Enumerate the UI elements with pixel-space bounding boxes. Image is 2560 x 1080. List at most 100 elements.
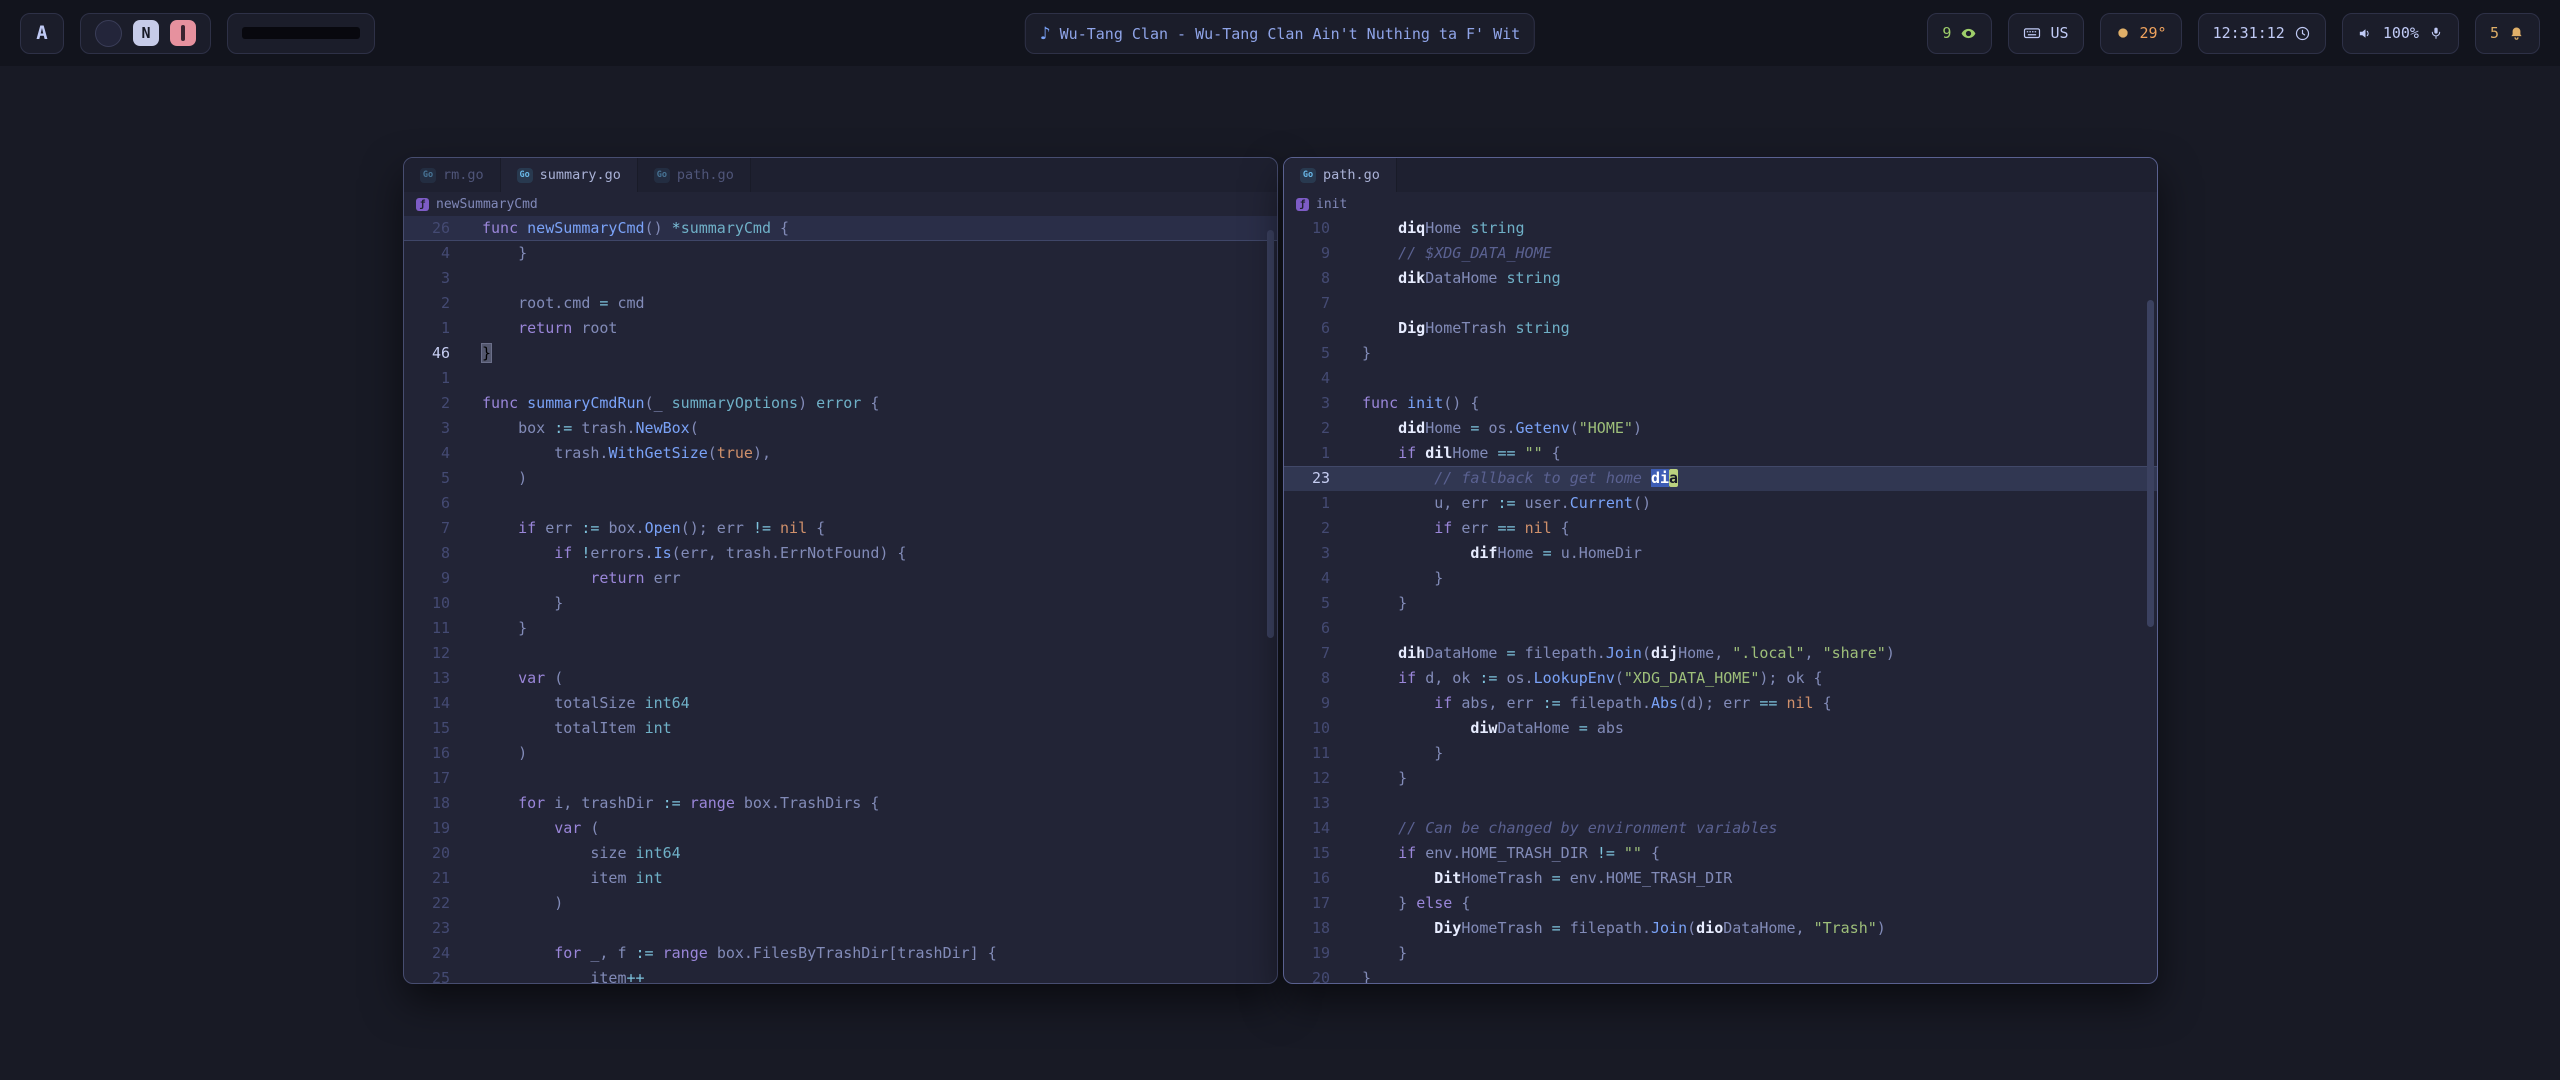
code-line[interactable]: 16 DitHomeTrash = env.HOME_TRASH_DIR <box>1284 866 2157 891</box>
code-line[interactable]: 17 <box>404 766 1277 791</box>
code-line[interactable]: 13 <box>1284 791 2157 816</box>
code-line[interactable]: 10 diqHome string <box>1284 216 2157 241</box>
code-line[interactable]: 14 totalSize int64 <box>404 691 1277 716</box>
code-line[interactable]: 18 for i, trashDir := range box.TrashDir… <box>404 791 1277 816</box>
code-line[interactable]: 2 didHome = os.Getenv("HOME") <box>1284 416 2157 441</box>
code-line[interactable]: 14 // Can be changed by environment vari… <box>1284 816 2157 841</box>
line-number: 13 <box>404 666 468 691</box>
code-line[interactable]: 4 <box>1284 366 2157 391</box>
code-line[interactable]: 22 ) <box>404 891 1277 916</box>
code-line[interactable]: 6 <box>1284 616 2157 641</box>
code-text <box>468 366 482 391</box>
app-icon-circle[interactable] <box>95 20 122 47</box>
context-line[interactable]: 26func newSummaryCmd() *summaryCmd { <box>404 216 1277 241</box>
code-line[interactable]: 17 } else { <box>1284 891 2157 916</box>
volume-module[interactable]: 100% <box>2342 13 2459 54</box>
code-line[interactable]: 16 ) <box>404 741 1277 766</box>
code-line[interactable]: 12 } <box>1284 766 2157 791</box>
keyboard-layout-module[interactable]: US <box>2008 13 2083 54</box>
code-line[interactable]: 9 if abs, err := filepath.Abs(d); err ==… <box>1284 691 2157 716</box>
code-area-left: 26func newSummaryCmd() *summaryCmd {4 }3… <box>404 216 1277 983</box>
line-number: 3 <box>1284 541 1348 566</box>
tab-path.go[interactable]: path.go <box>638 158 751 192</box>
code-line[interactable]: 25 item++ <box>404 966 1277 983</box>
code-line[interactable]: 4 } <box>1284 566 2157 591</box>
code-line[interactable]: 23 // fallback to get home dia <box>1284 466 2157 491</box>
code-line[interactable]: 8 if d, ok := os.LookupEnv("XDG_DATA_HOM… <box>1284 666 2157 691</box>
code-text: for _, f := range box.FilesByTrashDir[tr… <box>468 941 997 966</box>
line-number: 4 <box>1284 366 1348 391</box>
go-file-icon <box>517 168 533 183</box>
code-text: } <box>468 616 527 641</box>
code-line[interactable]: 15 if env.HOME_TRASH_DIR != "" { <box>1284 841 2157 866</box>
line-number: 12 <box>1284 766 1348 791</box>
code-line[interactable]: 8 dikDataHome string <box>1284 266 2157 291</box>
code-line[interactable]: 24 for _, f := range box.FilesByTrashDir… <box>404 941 1277 966</box>
code-line[interactable]: 23 <box>404 916 1277 941</box>
code-line[interactable]: 4 trash.WithGetSize(true), <box>404 441 1277 466</box>
tab-label: path.go <box>1323 167 1380 183</box>
code-text: totalSize int64 <box>468 691 690 716</box>
code-text <box>1348 291 1362 316</box>
window-title-module[interactable] <box>227 13 375 54</box>
code-line[interactable]: 5 } <box>1284 591 2157 616</box>
code-line[interactable]: 21 item int <box>404 866 1277 891</box>
code-line[interactable]: 20 size int64 <box>404 841 1277 866</box>
code-line[interactable]: 2 if err == nil { <box>1284 516 2157 541</box>
code-line[interactable]: 3 <box>404 266 1277 291</box>
code-line[interactable]: 5} <box>1284 341 2157 366</box>
scrollbar-left[interactable] <box>1267 230 1274 638</box>
clock-value: 12:31:12 <box>2213 24 2285 42</box>
weather-module[interactable]: 29° <box>2100 13 2182 54</box>
code-line[interactable]: 11 } <box>404 616 1277 641</box>
code-line[interactable]: 1 return root <box>404 316 1277 341</box>
code-text: // $XDG_DATA_HOME <box>1348 241 1552 266</box>
code-line[interactable]: 3func init() { <box>1284 391 2157 416</box>
code-line[interactable]: 7 if err := box.Open(); err != nil { <box>404 516 1277 541</box>
code-line[interactable]: 7 dihDataHome = filepath.Join(dijHome, "… <box>1284 641 2157 666</box>
line-number: 20 <box>404 841 468 866</box>
code-line[interactable]: 12 <box>404 641 1277 666</box>
code-line[interactable]: 9 return err <box>404 566 1277 591</box>
code-line[interactable]: 1 <box>404 366 1277 391</box>
code-line[interactable]: 4 } <box>404 241 1277 266</box>
code-line[interactable]: 1 u, err := user.Current() <box>1284 491 2157 516</box>
scrollbar-right[interactable] <box>2147 300 2154 627</box>
tab-rm.go[interactable]: rm.go <box>404 158 501 192</box>
code-line[interactable]: 10 } <box>404 591 1277 616</box>
code-line[interactable]: 20} <box>1284 966 2157 983</box>
code-line[interactable]: 19 var ( <box>404 816 1277 841</box>
code-line[interactable]: 1 if dilHome == "" { <box>1284 441 2157 466</box>
code-line[interactable]: 18 DiyHomeTrash = filepath.Join(dioDataH… <box>1284 916 2157 941</box>
code-line[interactable]: 46} <box>404 341 1277 366</box>
line-number: 20 <box>1284 966 1348 983</box>
tab-path.go[interactable]: path.go <box>1284 158 1397 192</box>
app-icon-book[interactable] <box>170 20 196 46</box>
code-line[interactable]: 6 DigHomeTrash string <box>1284 316 2157 341</box>
tab-summary.go[interactable]: summary.go <box>501 158 638 192</box>
code-line[interactable]: 3 box := trash.NewBox( <box>404 416 1277 441</box>
clock-module[interactable]: 12:31:12 <box>2198 13 2326 54</box>
code-line[interactable]: 10 diwDataHome = abs <box>1284 716 2157 741</box>
eye-module[interactable]: 9 <box>1927 13 1992 54</box>
volume-value: 100% <box>2383 24 2419 42</box>
code-line[interactable]: 15 totalItem int <box>404 716 1277 741</box>
music-player-module[interactable]: Wu-Tang Clan - Wu-Tang Clan Ain't Nuthin… <box>1025 13 1535 54</box>
app-icon-n[interactable]: N <box>133 20 159 46</box>
code-line[interactable]: 7 <box>1284 291 2157 316</box>
code-line[interactable]: 19 } <box>1284 941 2157 966</box>
line-number: 8 <box>1284 266 1348 291</box>
code-line[interactable]: 2func summaryCmdRun(_ summaryOptions) er… <box>404 391 1277 416</box>
launcher-button[interactable]: A <box>20 13 64 54</box>
code-line[interactable]: 5 ) <box>404 466 1277 491</box>
notifications-module[interactable]: 5 <box>2475 13 2540 54</box>
editor-window-left: rm.gosummary.gopath.go newSummaryCmd 26f… <box>403 157 1278 984</box>
code-line[interactable]: 13 var ( <box>404 666 1277 691</box>
code-line[interactable]: 2 root.cmd = cmd <box>404 291 1277 316</box>
code-line[interactable]: 9 // $XDG_DATA_HOME <box>1284 241 2157 266</box>
code-line[interactable]: 3 difHome = u.HomeDir <box>1284 541 2157 566</box>
code-line[interactable]: 11 } <box>1284 741 2157 766</box>
line-number: 4 <box>404 441 468 466</box>
code-line[interactable]: 8 if !errors.Is(err, trash.ErrNotFound) … <box>404 541 1277 566</box>
code-line[interactable]: 6 <box>404 491 1277 516</box>
